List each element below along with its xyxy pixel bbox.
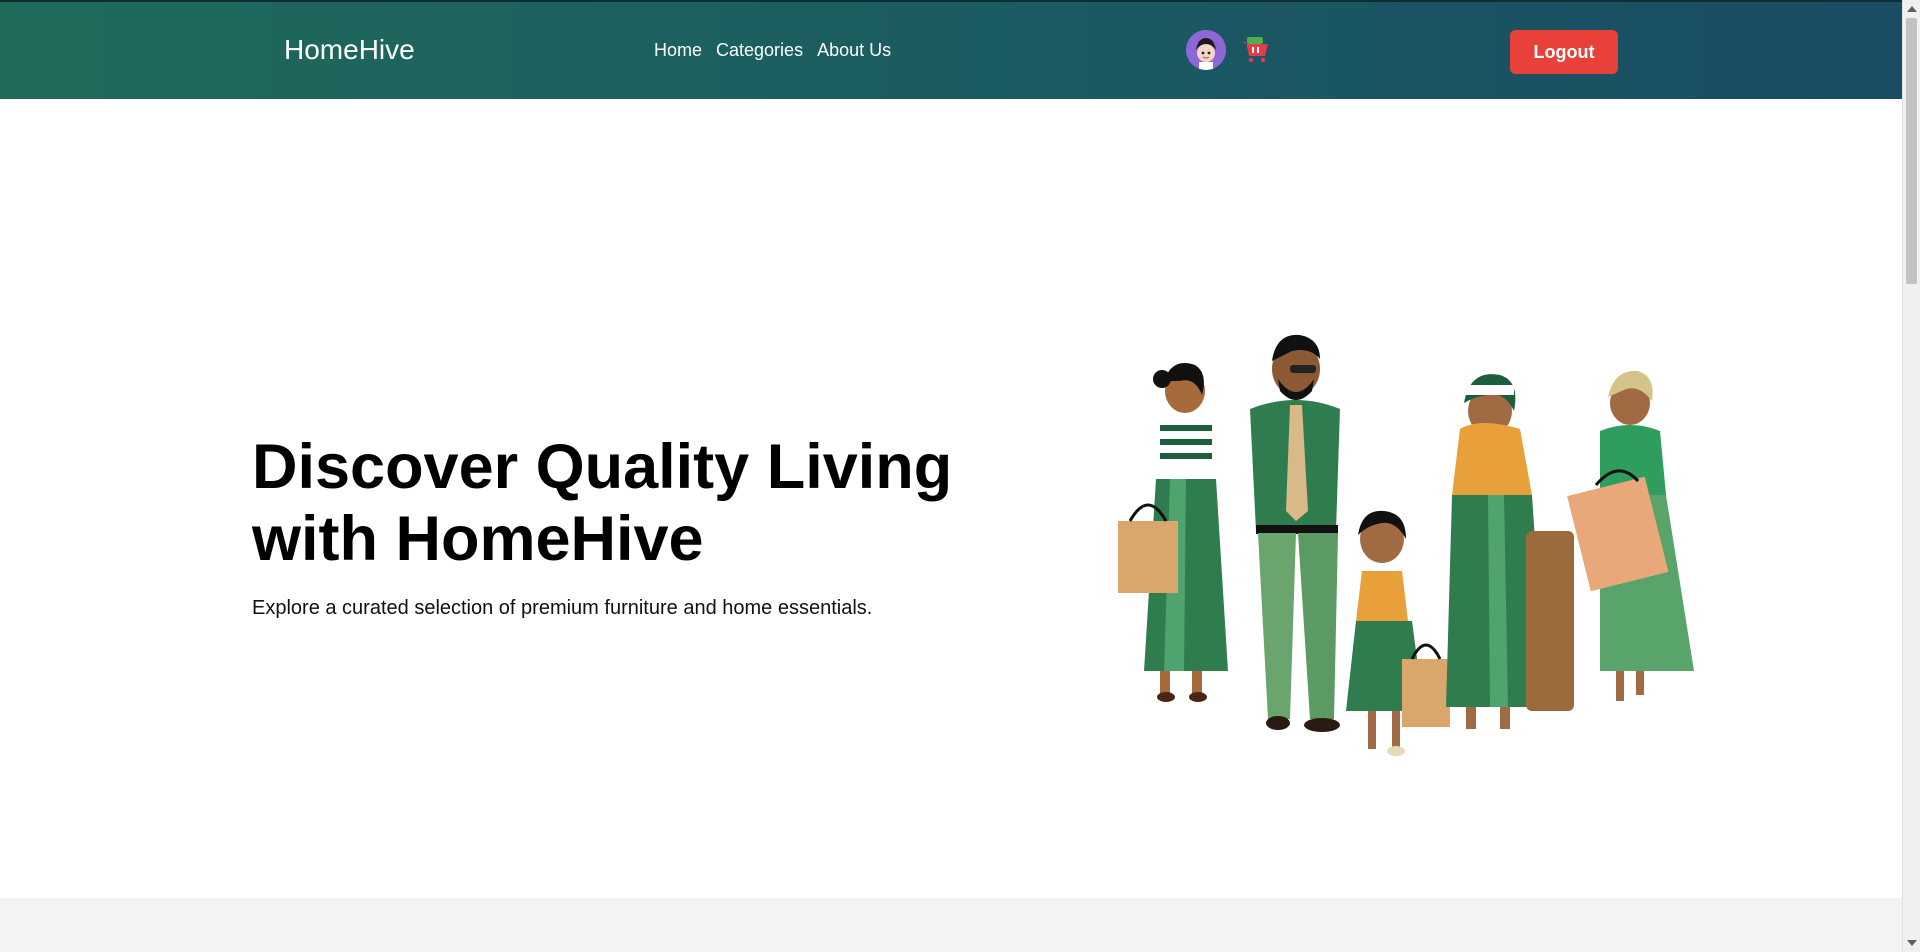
family-illustration-graphic: [1118, 334, 1694, 756]
scroll-up-arrow-icon[interactable]: [1907, 6, 1917, 12]
app-window: HomeHive Home Categories About Us Logout…: [0, 0, 1920, 952]
nav-categories-link[interactable]: Categories: [716, 40, 803, 61]
scroll-thumb[interactable]: [1906, 18, 1917, 284]
scroll-down-arrow-icon[interactable]: [1907, 940, 1917, 946]
next-section-band: [0, 898, 1902, 952]
logout-button[interactable]: Logout: [1510, 30, 1618, 74]
brand-logo[interactable]: HomeHive: [284, 34, 415, 66]
avatar-graphic: [1186, 30, 1226, 70]
vertical-scrollbar[interactable]: [1902, 0, 1920, 952]
hero-title: Discover Quality Living with HomeHive: [252, 432, 953, 574]
nav-about-link[interactable]: About Us: [817, 40, 891, 61]
user-avatar-icon[interactable]: [1186, 30, 1226, 70]
top-navbar: HomeHive Home Categories About Us Logout: [0, 0, 1902, 99]
hero-section: Discover Quality Living with HomeHive Ex…: [0, 99, 1902, 898]
family-shopping-illustration: [1100, 299, 1700, 809]
main-nav: Home Categories About Us: [654, 40, 905, 61]
cart-graphic: [1242, 37, 1268, 63]
nav-home-link[interactable]: Home: [654, 40, 702, 61]
hero-subtitle: Explore a curated selection of premium f…: [252, 597, 873, 619]
shopping-cart-icon[interactable]: [1238, 32, 1272, 66]
